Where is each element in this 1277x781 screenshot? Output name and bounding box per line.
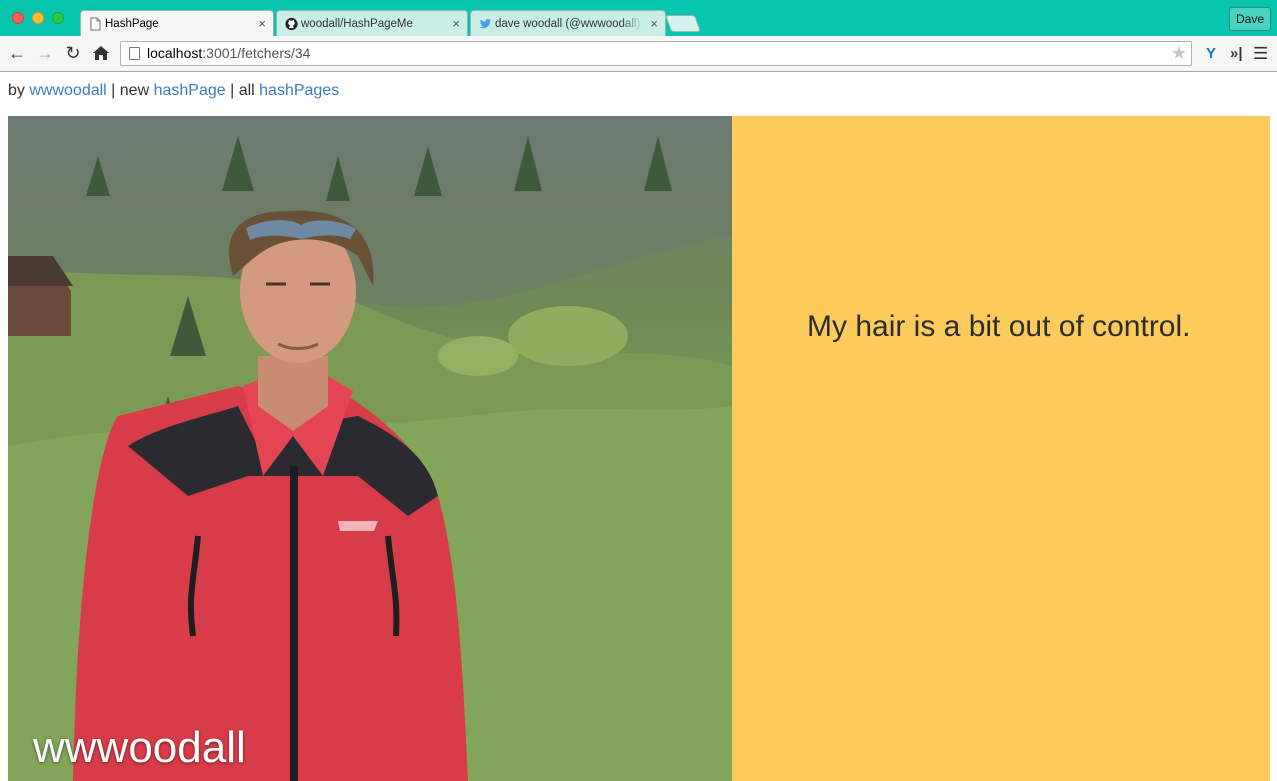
- github-icon: [285, 17, 298, 31]
- back-arrow-icon[interactable]: ←: [6, 42, 28, 64]
- page-icon: [129, 47, 140, 60]
- new-hashpage-link[interactable]: hashPage: [154, 82, 226, 99]
- menu-icon[interactable]: ☰: [1253, 44, 1268, 64]
- url-path: :3001/fetchers/34: [202, 45, 311, 61]
- new-tab-button[interactable]: [664, 15, 702, 32]
- tab-label: dave woodall (@wwwoodall): [495, 18, 641, 30]
- tab-label: HashPage: [105, 18, 159, 30]
- extension-y-icon[interactable]: Y: [1202, 44, 1220, 62]
- extensions-overflow-icon[interactable]: »|: [1230, 44, 1243, 64]
- close-icon[interactable]: ×: [650, 11, 658, 36]
- tab-twitter[interactable]: dave woodall (@wwwoodall) ×: [470, 10, 666, 36]
- browser-titlebar: HashPage × woodall/HashPageMe × dave woo…: [0, 0, 1277, 36]
- nav-by-text: by: [8, 82, 25, 99]
- url-host: localhost: [147, 45, 203, 61]
- home-icon[interactable]: [90, 42, 112, 64]
- author-link[interactable]: wwwoodall: [29, 82, 106, 99]
- reload-icon[interactable]: ↻: [62, 42, 84, 64]
- profile-photo: wwwoodall: [8, 116, 732, 781]
- browser-toolbar: ← → ↻ localhost:3001/fetchers/34 ★ Y »| …: [0, 36, 1277, 72]
- tab-hashpage[interactable]: HashPage ×: [80, 10, 274, 36]
- nav-sep-new: | new: [106, 82, 154, 99]
- close-window-button[interactable]: [12, 12, 24, 24]
- forward-arrow-icon[interactable]: →: [34, 42, 56, 64]
- all-hashpages-link[interactable]: hashPages: [259, 82, 339, 99]
- tab-github[interactable]: woodall/HashPageMe ×: [276, 10, 468, 36]
- page-icon: [90, 17, 101, 31]
- close-icon[interactable]: ×: [258, 11, 266, 36]
- page-nav: by wwwoodall | new hashPage | all hashPa…: [8, 82, 339, 100]
- profile-button[interactable]: Dave: [1229, 7, 1271, 31]
- photo-caption: wwwoodall: [33, 723, 246, 772]
- bookmark-star-icon[interactable]: ★: [1171, 42, 1187, 65]
- twitter-icon: [479, 19, 492, 29]
- tab-label: woodall/HashPageMe: [301, 18, 413, 30]
- minimize-window-button[interactable]: [32, 12, 44, 24]
- quote-panel: My hair is a bit out of control.: [732, 116, 1270, 781]
- address-bar[interactable]: localhost:3001/fetchers/34 ★: [120, 41, 1192, 66]
- zoom-window-button[interactable]: [52, 12, 64, 24]
- quote-text: My hair is a bit out of control.: [807, 310, 1191, 343]
- nav-sep-all: | all: [225, 82, 260, 99]
- close-icon[interactable]: ×: [452, 11, 460, 36]
- photo-illustration: [8, 116, 732, 781]
